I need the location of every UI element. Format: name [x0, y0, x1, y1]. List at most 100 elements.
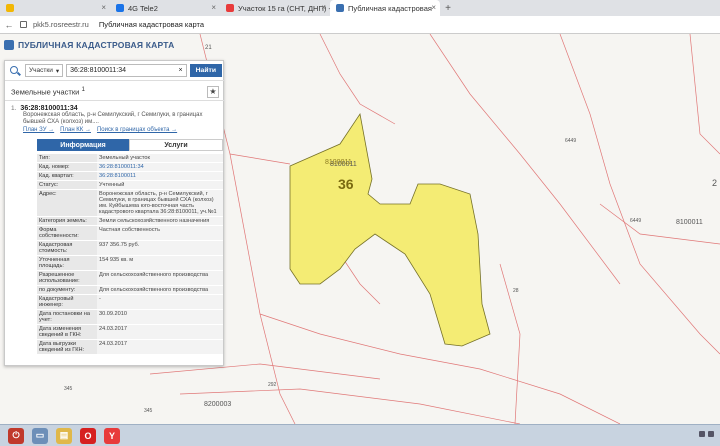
info-value: Для сельскохозяйственного производства — [97, 286, 223, 294]
browser-tab-3[interactable]: Участок 15 га (СНТ, ДНП) - × — [220, 0, 330, 16]
info-label: Кад. номер: — [37, 163, 97, 171]
info-label: Дата постановки на учет: — [37, 310, 97, 324]
result-links: План ЗУ → План КК → Поиск в границах объ… — [23, 127, 219, 133]
info-value: 937 356.75 руб. — [97, 241, 223, 255]
quarter-label: 8100011 — [325, 159, 352, 166]
favorite-star-icon[interactable]: ★ — [207, 85, 219, 98]
info-label: Адрес: — [37, 190, 97, 216]
info-label: Кад. квартал: — [37, 172, 97, 180]
info-row: Кад. квартал: 36:28:8100011 — [37, 172, 223, 181]
result-number: 1. — [11, 105, 17, 112]
section-header: Земельные участки 1 ★ — [5, 83, 225, 101]
tab-close-icon[interactable]: × — [101, 3, 106, 12]
search-input[interactable]: 36:28:8100011:34 × — [66, 64, 187, 77]
info-value: Учтенный — [97, 181, 223, 189]
address-bar: ← pkk5.rosreestr.ru Публичная кадастрова… — [0, 16, 720, 34]
browser-tab-2[interactable]: 4G Tele2 × — [110, 0, 220, 16]
url-host[interactable]: pkk5.rosreestr.ru — [33, 20, 89, 29]
power-icon[interactable]: ⏻ — [8, 427, 24, 444]
new-tab-plus-icon[interactable]: + — [440, 0, 456, 16]
info-label: Категория земель: — [37, 217, 97, 225]
info-table: Тип: Земельный участок Кад. номер: 36:28:8… — [37, 154, 223, 355]
result-cadastral-id[interactable]: 36:28:8100011:34 — [20, 105, 77, 112]
result-item[interactable]: 1. 36:28:8100011:34 Воронежская область,… — [5, 105, 225, 133]
info-label: Дата изменения сведений в ГКН: — [37, 325, 97, 339]
info-row: Дата изменения сведений в ГКН: 24.03.2017 — [37, 325, 223, 340]
chevron-down-icon: ▾ — [55, 67, 60, 75]
tray-volume-icon[interactable] — [708, 431, 714, 437]
section-count: 1 — [81, 86, 85, 94]
info-row: Уточненная площадь: 154 935 кв. м — [37, 256, 223, 271]
map-label: 28 — [513, 288, 519, 294]
info-label: Разрешенное использование: — [37, 271, 97, 285]
info-value-link[interactable]: 36:28:8100011:34 — [97, 163, 223, 171]
object-type-label: Участки — [29, 67, 53, 74]
info-value-link[interactable]: 36:28:8100011 — [97, 172, 223, 180]
app-title: ПУБЛИЧНАЯ КАДАСТРОВАЯ КАРТА — [18, 40, 175, 50]
info-row: Статус: Учтенный — [37, 181, 223, 190]
info-label: Форма собственности: — [37, 226, 97, 240]
info-label: Уточненная площадь: — [37, 256, 97, 270]
plan-zu-link[interactable]: План ЗУ → — [23, 127, 54, 133]
tab-close-icon[interactable]: × — [321, 3, 326, 12]
browser-tab-1[interactable]: × — [0, 0, 110, 16]
map-label: 345 — [144, 408, 153, 414]
tab-close-icon[interactable]: × — [211, 3, 216, 12]
info-row: Адрес: Воронежская область, р-н Семилукск… — [37, 190, 223, 217]
browser-tab-strip: × 4G Tele2 × Участок 15 га (СНТ, ДНП) - … — [0, 0, 720, 16]
map-label: 2 — [712, 178, 717, 188]
info-label: Дата выгрузки сведений из ГКН: — [37, 340, 97, 354]
info-row: Форма собственности: Частная собственност… — [37, 226, 223, 241]
back-arrow-icon[interactable]: ← — [4, 20, 14, 30]
tab-label: Публичная кадастровая — [348, 3, 432, 13]
plan-kk-link[interactable]: План КК → — [60, 127, 91, 133]
search-in-bounds-link[interactable]: Поиск в границах объекта → — [97, 127, 177, 133]
folder-icon[interactable]: ▤ — [56, 427, 72, 444]
search-button[interactable]: Найти — [189, 64, 222, 77]
info-row: Кад. номер: 36:28:8100011:34 — [37, 163, 223, 172]
computer-icon[interactable]: ▭ — [32, 427, 48, 444]
tab-label: Участок 15 га (СНТ, ДНП) - — [238, 3, 330, 13]
map-label: 21 — [205, 45, 212, 51]
tray-network-icon[interactable] — [699, 431, 705, 437]
system-tray — [699, 431, 714, 437]
search-panel: Участки ▾ 36:28:8100011:34 × Найти Земел… — [4, 60, 225, 366]
tab-information[interactable]: Информация — [37, 139, 129, 151]
tab-favicon-icon — [336, 4, 344, 12]
info-value: 154 935 кв. м — [97, 256, 223, 270]
info-row: Дата постановки на учет: 30.09.2010 — [37, 310, 223, 325]
info-value: Для сельскохозяйственного производства — [97, 271, 223, 285]
clear-icon[interactable]: × — [179, 67, 183, 74]
map-label: 6449 — [630, 218, 641, 224]
info-label: Тип: — [37, 154, 97, 162]
info-row: Категория земель: Земли сельскохозяйствен… — [37, 217, 223, 226]
section-title: Земельные участки 1 — [11, 86, 85, 97]
info-value: Земельный участок — [97, 154, 223, 162]
browser-tab-4[interactable]: Публичная кадастровая × — [330, 0, 440, 16]
selected-parcel[interactable] — [289, 112, 491, 347]
os-taskbar: ⏻ ▭ ▤ O Y — [0, 424, 720, 446]
opera-icon[interactable]: O — [80, 427, 96, 444]
info-row: Дата выгрузки сведений из ГКН: 24.03.2017 — [37, 340, 223, 355]
tab-close-icon[interactable]: × — [431, 3, 436, 12]
tab-services[interactable]: Услуги — [129, 139, 223, 151]
map-label: 345 — [64, 386, 73, 392]
tab-favicon-icon — [116, 4, 124, 12]
map-label: 292 — [268, 382, 277, 388]
info-value: Земли сельскохозяйственного назначения — [97, 217, 223, 225]
info-row: по документу: Для сельскохозяйственного п… — [37, 286, 223, 295]
info-value: 24.03.2017 — [97, 340, 223, 354]
section-title-text: Земельные участки — [11, 87, 80, 97]
lock-icon[interactable] — [20, 21, 27, 28]
info-row: Разрешенное использование: Для сельскохоз… — [37, 271, 223, 286]
info-value: 24.03.2017 — [97, 325, 223, 339]
object-type-select[interactable]: Участки ▾ — [25, 64, 64, 77]
yandex-browser-icon[interactable]: Y — [104, 427, 120, 444]
info-value: 30.09.2010 — [97, 310, 223, 324]
search-icon[interactable] — [8, 64, 22, 78]
info-row: Кадастровая стоимость: 937 356.75 руб. — [37, 241, 223, 256]
url-page-title[interactable]: Публичная кадастровая карта — [99, 20, 204, 29]
info-label: Кадастровая стоимость: — [37, 241, 97, 255]
tab-label: 4G Tele2 — [128, 3, 158, 13]
app-header: ПУБЛИЧНАЯ КАДАСТРОВАЯ КАРТА — [4, 40, 174, 50]
